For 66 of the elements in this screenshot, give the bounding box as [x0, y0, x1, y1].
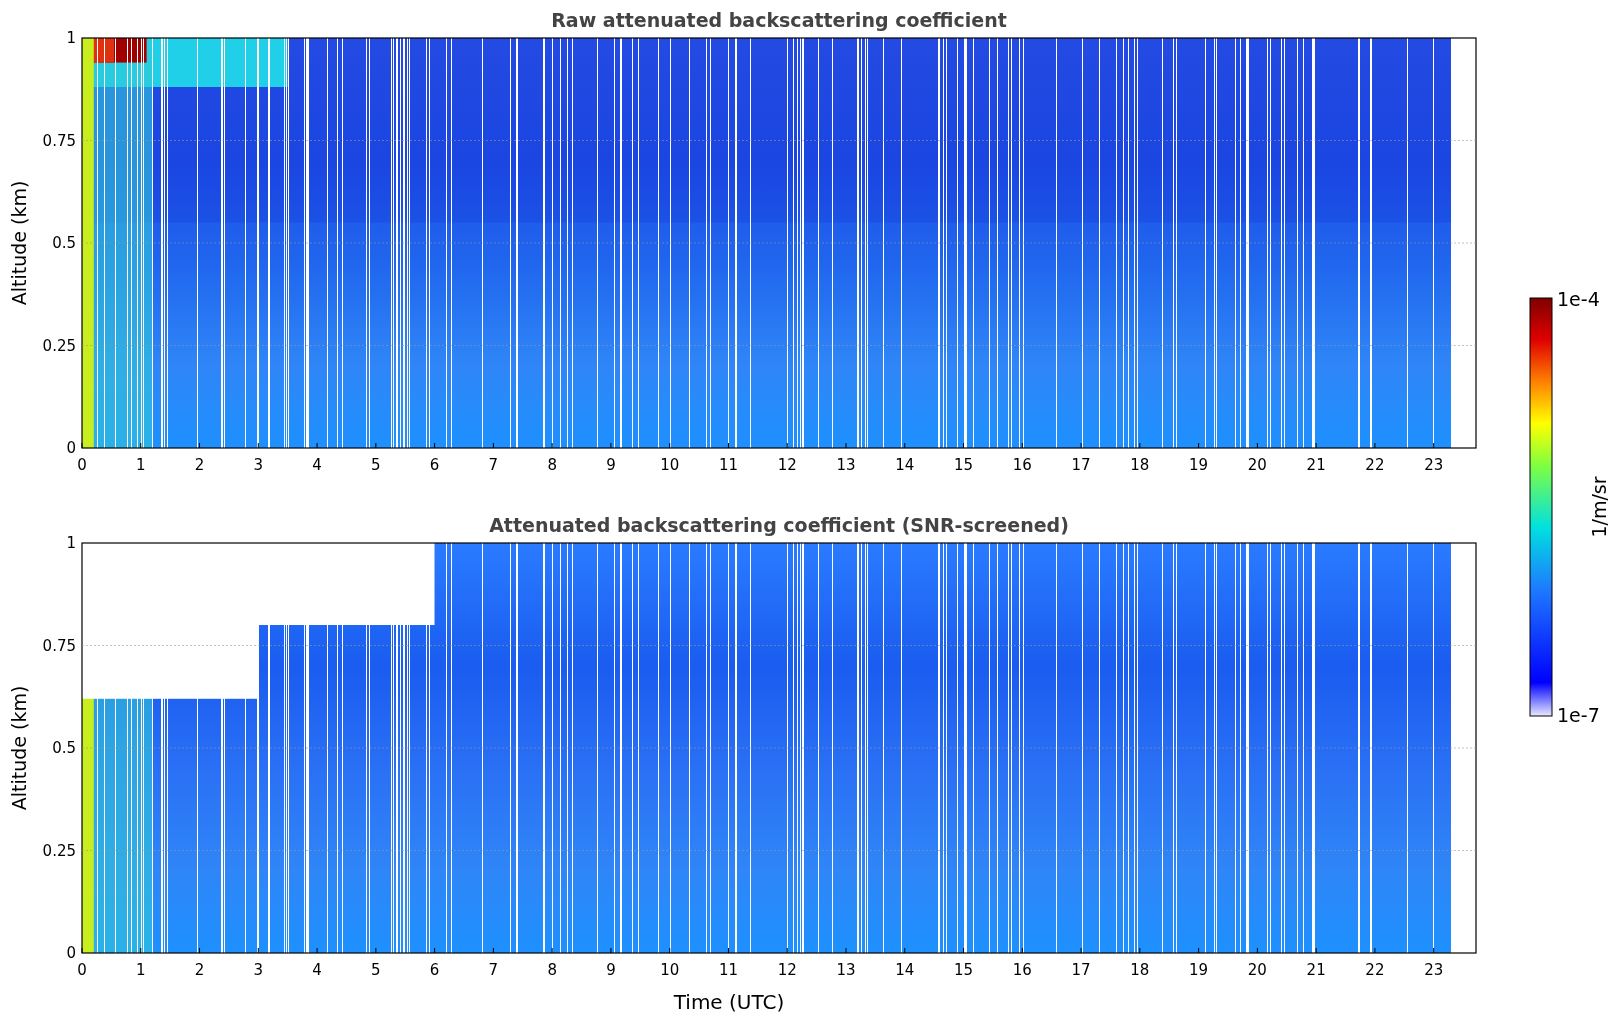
x-axis-label: Time (UTC): [673, 990, 785, 1014]
x-tick-label: 0: [77, 961, 87, 979]
x-tick-label: 9: [606, 961, 616, 979]
y-tick-label: 0.75: [42, 636, 76, 655]
y-tick-label: 0: [66, 944, 76, 962]
x-tick-label: 15: [954, 961, 974, 979]
x-tick-label: 4: [312, 456, 322, 474]
colorbar-max-label: 1e-4: [1557, 290, 1600, 310]
x-tick-label: 17: [1071, 961, 1091, 979]
x-tick-label: 19: [1189, 456, 1209, 474]
x-tick-label: 18: [1130, 456, 1150, 474]
x-tick-label: 23: [1424, 961, 1444, 979]
x-tick-label: 3: [253, 961, 264, 979]
x-tick-label: 9: [606, 456, 616, 474]
x-tick-label: 18: [1130, 961, 1150, 979]
x-tick-label: 11: [718, 456, 738, 474]
x-tick-label: 1: [136, 961, 146, 979]
x-tick-label: 10: [660, 456, 680, 474]
x-tick-label: 2: [194, 456, 205, 474]
x-tick-label: 20: [1247, 961, 1267, 979]
x-tick-label: 15: [954, 456, 974, 474]
x-tick-label: 11: [718, 961, 738, 979]
x-tick-label: 6: [429, 456, 440, 474]
y-axis-label: Altitude (km): [8, 685, 30, 811]
x-tick-label: 13: [836, 961, 856, 979]
x-tick-label: 10: [660, 961, 680, 979]
x-tick-label: 19: [1189, 961, 1209, 979]
x-tick-label: 7: [488, 456, 499, 474]
y-tick-label: 0.25: [42, 841, 76, 860]
x-tick-label: 8: [547, 961, 557, 979]
x-tick-label: 8: [547, 456, 557, 474]
y-tick-label: 1: [66, 29, 76, 47]
x-tick-label: 14: [895, 961, 915, 979]
y-tick-label: 0.25: [42, 336, 76, 355]
x-tick-label: 21: [1306, 961, 1326, 979]
x-tick-label: 7: [488, 961, 499, 979]
y-tick-label: 0.5: [52, 234, 76, 252]
x-tick-label: 16: [1012, 961, 1032, 979]
x-tick-label: 23: [1424, 456, 1444, 474]
x-tick-label: 14: [895, 456, 915, 474]
x-tick-label: 22: [1365, 961, 1385, 979]
x-tick-label: 21: [1306, 456, 1326, 474]
x-tick-label: 13: [836, 456, 856, 474]
x-tick-label: 4: [312, 961, 322, 979]
y-tick-label: 0: [66, 439, 76, 457]
x-tick-label: 3: [253, 456, 264, 474]
plot-title: Raw attenuated backscattering coefficient: [551, 9, 1007, 31]
x-tick-label: 2: [194, 961, 205, 979]
x-tick-label: 22: [1365, 456, 1385, 474]
y-tick-label: 1: [66, 534, 76, 552]
x-tick-label: 16: [1012, 456, 1032, 474]
x-tick-label: 12: [777, 456, 797, 474]
y-axis-label: Altitude (km): [8, 180, 30, 306]
plot-title: Attenuated backscattering coefficient (SNR-screened): [489, 514, 1069, 536]
colorbar-label: 1/m/sr: [1588, 476, 1610, 538]
x-tick-label: 6: [429, 961, 440, 979]
x-tick-label: 5: [371, 456, 381, 474]
x-tick-label: 5: [371, 961, 381, 979]
x-tick-label: 1: [136, 456, 146, 474]
colorbar-min-label: 1e-7: [1557, 704, 1600, 726]
x-tick-label: 0: [77, 456, 87, 474]
y-tick-label: 0.5: [52, 739, 76, 757]
x-tick-label: 20: [1247, 456, 1267, 474]
x-tick-label: 12: [777, 961, 797, 979]
y-tick-label: 0.75: [42, 131, 76, 150]
x-tick-label: 17: [1071, 456, 1091, 474]
